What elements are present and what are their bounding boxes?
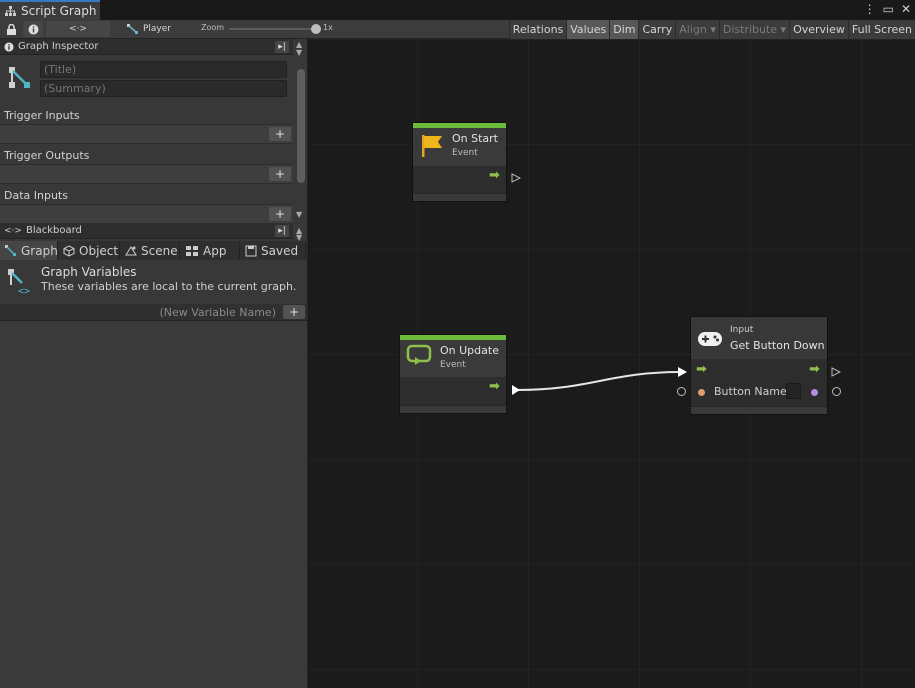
- node-title: Get Button Down: [730, 339, 825, 352]
- node-title: On Start: [452, 132, 498, 145]
- flow-output-arrow-icon: ➡: [809, 362, 820, 377]
- loop-icon: [406, 344, 432, 365]
- flow-output-arrow-icon: ➡: [489, 168, 500, 183]
- button-name-field[interactable]: [786, 383, 801, 399]
- node-title: On Update: [440, 344, 499, 357]
- flow-output-port[interactable]: [511, 173, 521, 183]
- string-port-dot: [698, 389, 705, 396]
- flow-input-port: [512, 385, 520, 395]
- on-update-node[interactable]: On Update Event ➡: [399, 334, 507, 414]
- flow-connection: [516, 371, 681, 391]
- node-subtitle: Event: [452, 148, 478, 158]
- node-category: Input: [730, 325, 754, 335]
- node-footer: [691, 406, 827, 414]
- node-footer: [413, 193, 506, 201]
- button-name-label: Button Name: [714, 385, 787, 398]
- flow-input-arrow-icon: ➡: [696, 362, 707, 377]
- flag-icon: [422, 135, 442, 157]
- on-start-node[interactable]: On Start Event ➡: [412, 122, 507, 202]
- node-footer: [400, 405, 506, 413]
- flow-output-port[interactable]: [831, 367, 841, 377]
- flow-output-arrow-icon: ➡: [489, 379, 500, 394]
- value-input-port[interactable]: [677, 387, 686, 396]
- bool-port-dot: [811, 389, 818, 396]
- gamepad-icon: [698, 332, 722, 346]
- get-button-down-node[interactable]: Input Get Button Down ➡ ➡ Button Name: [690, 316, 828, 415]
- node-subtitle: Event: [440, 360, 466, 370]
- value-output-port[interactable]: [832, 387, 841, 396]
- connection-arrow-head: [678, 367, 687, 377]
